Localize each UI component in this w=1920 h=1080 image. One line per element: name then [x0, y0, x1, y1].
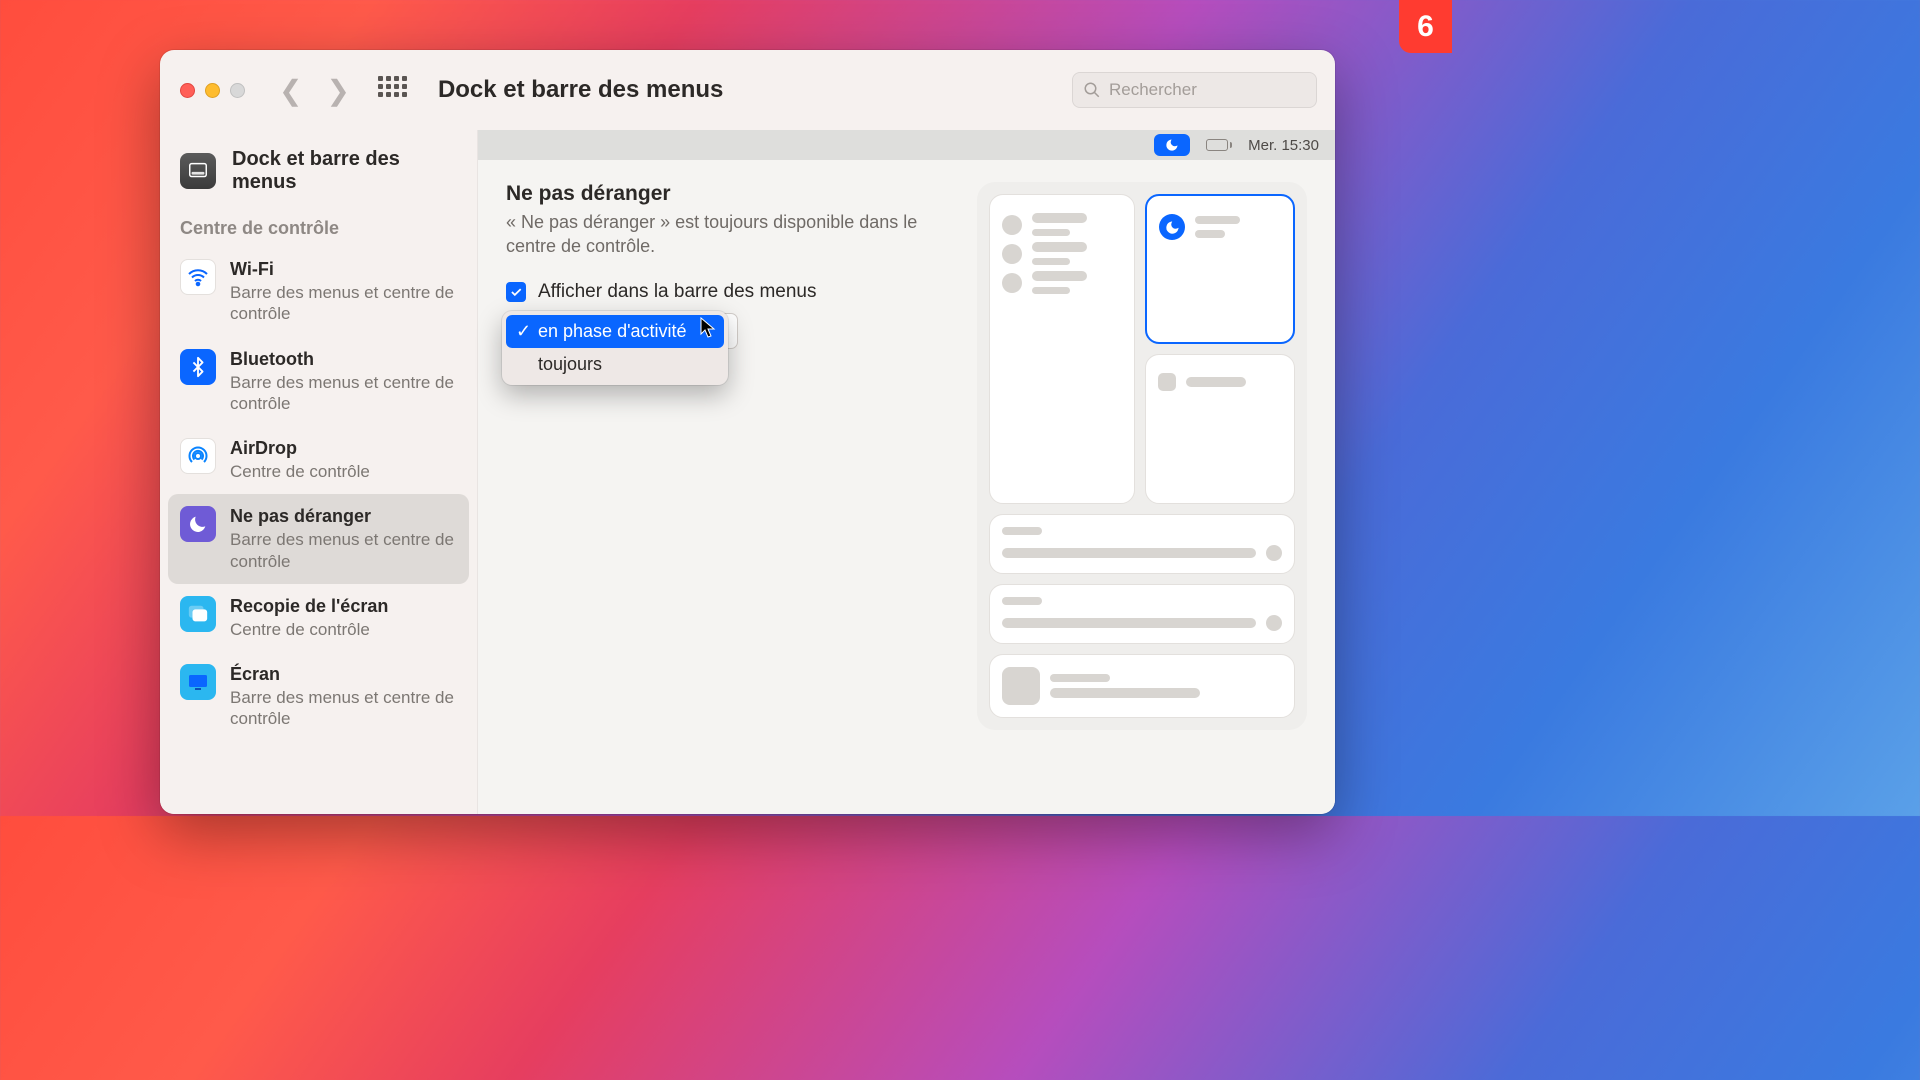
sidebar-section-label: Centre de contrôle [168, 208, 469, 247]
sidebar-item-wifi[interactable]: Wi-Fi Barre des menus et centre de contr… [168, 247, 469, 337]
sidebar-item-sub: Centre de contrôle [230, 461, 370, 482]
close-window-button[interactable] [180, 83, 195, 98]
sidebar: Dock et barre des menus Centre de contrô… [160, 130, 478, 814]
sidebar-item-sub: Barre des menus et centre de contrôle [230, 687, 457, 730]
cursor-icon [700, 317, 716, 339]
show-all-prefs-button[interactable] [378, 76, 406, 104]
sidebar-item-label: Écran [230, 664, 457, 685]
sidebar-item-label: Recopie de l'écran [230, 596, 388, 617]
control-center-preview [977, 182, 1307, 730]
dropdown-option-label: en phase d'activité [538, 321, 687, 342]
visibility-dropdown-menu: ✓ en phase d'activité toujours [502, 311, 728, 385]
sidebar-item-bluetooth[interactable]: Bluetooth Barre des menus et centre de c… [168, 337, 469, 427]
sidebar-item-airdrop[interactable]: AirDrop Centre de contrôle [168, 426, 469, 494]
search-input[interactable]: Rechercher [1072, 72, 1317, 108]
dnd-menubar-icon [1154, 134, 1190, 156]
sidebar-item-label: AirDrop [230, 438, 370, 459]
pane-description: « Ne pas déranger » est toujours disponi… [506, 210, 926, 259]
moon-icon [180, 506, 216, 542]
sidebar-item-sub: Centre de contrôle [230, 619, 388, 640]
preferences-window: ❮ ❯ Dock et barre des menus Rechercher D… [160, 50, 1335, 814]
sidebar-item-label: Ne pas déranger [230, 506, 457, 527]
search-icon [1083, 81, 1101, 99]
dock-icon [180, 153, 216, 189]
screen-mirror-icon [180, 596, 216, 632]
dropdown-option-always[interactable]: toujours [506, 348, 724, 381]
forward-button[interactable]: ❯ [326, 74, 349, 107]
battery-icon [1206, 139, 1232, 151]
preview-card [989, 654, 1295, 718]
sidebar-item-dnd[interactable]: Ne pas déranger Barre des menus et centr… [168, 494, 469, 584]
window-title: Dock et barre des menus [438, 76, 723, 104]
minimize-window-button[interactable] [205, 83, 220, 98]
show-in-menubar-checkbox[interactable] [506, 282, 526, 302]
checkmark-icon: ✓ [516, 321, 530, 342]
sidebar-item-label: Wi-Fi [230, 259, 457, 280]
sidebar-item-display[interactable]: Écran Barre des menus et centre de contr… [168, 652, 469, 742]
display-icon [180, 664, 216, 700]
dropdown-option-label: toujours [538, 354, 602, 375]
step-badge: 6 [1399, 0, 1452, 53]
sidebar-item-label: Bluetooth [230, 349, 457, 370]
preview-card [989, 194, 1135, 504]
toolbar: ❮ ❯ Dock et barre des menus Rechercher [160, 50, 1335, 130]
sidebar-header-label: Dock et barre des menus [232, 148, 457, 194]
search-placeholder: Rechercher [1109, 80, 1197, 100]
preview-card [1145, 354, 1295, 504]
window-controls [180, 83, 245, 98]
sidebar-item-screen-mirroring[interactable]: Recopie de l'écran Centre de contrôle [168, 584, 469, 652]
pane-title: Ne pas déranger [506, 182, 957, 206]
back-button[interactable]: ❮ [279, 74, 302, 107]
zoom-window-button [230, 83, 245, 98]
menubar-preview: Mer. 15:30 [478, 130, 1335, 160]
sidebar-header[interactable]: Dock et barre des menus [168, 130, 469, 208]
preview-card [989, 584, 1295, 644]
nav-arrows: ❮ ❯ [279, 74, 350, 107]
dropdown-option-active[interactable]: ✓ en phase d'activité [506, 315, 724, 348]
show-in-menubar-label: Afficher dans la barre des menus [538, 281, 816, 303]
preview-dnd-card [1145, 194, 1295, 344]
menubar-time: Mer. 15:30 [1248, 137, 1319, 154]
show-in-menubar-row[interactable]: Afficher dans la barre des menus [506, 281, 957, 303]
sidebar-item-sub: Barre des menus et centre de contrôle [230, 529, 457, 572]
sidebar-item-sub: Barre des menus et centre de contrôle [230, 372, 457, 415]
sidebar-item-sub: Barre des menus et centre de contrôle [230, 282, 457, 325]
preview-card [989, 514, 1295, 574]
bluetooth-icon [180, 349, 216, 385]
moon-icon [1159, 214, 1185, 240]
wifi-icon [180, 259, 216, 295]
main-pane: Mer. 15:30 Ne pas déranger « Ne pas déra… [478, 130, 1335, 814]
airdrop-icon [180, 438, 216, 474]
